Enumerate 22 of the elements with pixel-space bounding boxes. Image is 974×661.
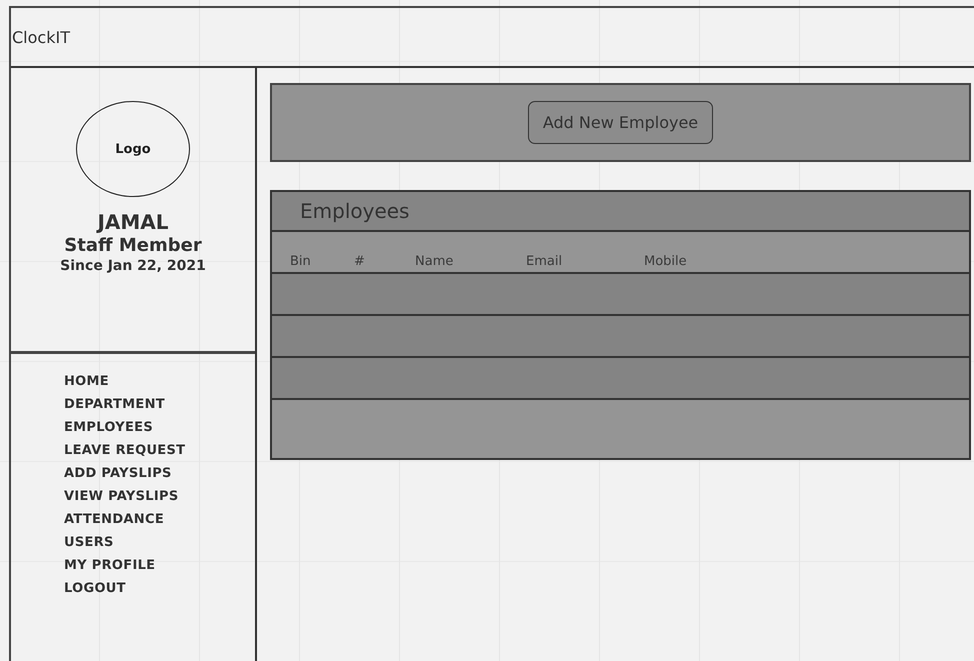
nav-link[interactable]: VIEW PAYSLIPS bbox=[64, 489, 255, 505]
app-title: ClockIT bbox=[12, 28, 70, 46]
add-employee-button[interactable]: Add New Employee bbox=[528, 101, 714, 144]
nav-link[interactable]: EMPLOYEES bbox=[64, 420, 255, 436]
user-name: JAMAL bbox=[97, 210, 169, 234]
nav-link[interactable]: ATTENDANCE bbox=[64, 512, 255, 528]
column-header: Email bbox=[526, 254, 564, 269]
column-header: Bin bbox=[290, 254, 312, 269]
nav-link[interactable]: LEAVE REQUEST bbox=[64, 443, 255, 459]
user-role: Staff Member bbox=[64, 235, 202, 256]
nav-link[interactable]: LOGOUT bbox=[64, 581, 255, 597]
table-title: Employees bbox=[272, 192, 969, 232]
logo: Logo bbox=[76, 101, 190, 197]
column-header: Mobile bbox=[644, 254, 688, 269]
nav-link[interactable]: USERS bbox=[64, 535, 255, 551]
column-header: Name bbox=[415, 254, 454, 269]
nav-link[interactable]: HOME bbox=[64, 374, 255, 390]
nav-link[interactable]: ADD PAYSLIPS bbox=[64, 466, 255, 482]
column-header: # bbox=[354, 254, 366, 269]
member-since: Since Jan 22, 2021 bbox=[60, 258, 206, 274]
nav-link[interactable]: DEPARTMENT bbox=[64, 397, 255, 413]
nav-link[interactable]: MY PROFILE bbox=[64, 558, 255, 574]
